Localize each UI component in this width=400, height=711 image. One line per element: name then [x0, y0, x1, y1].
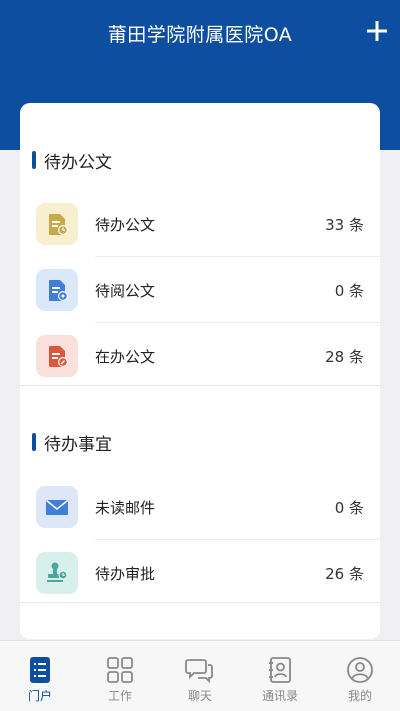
tab-work[interactable]: 工作	[80, 641, 160, 711]
document-edit-icon	[36, 335, 78, 377]
list-item-count: 0 条	[334, 281, 364, 300]
list-item-label: 待办审批	[95, 564, 156, 583]
list-item-to-read-documents[interactable]: 待阅公文 0 条	[20, 257, 380, 323]
section-title-label: 待办事宜	[44, 434, 112, 455]
content-card: 待办公文 待办公文 33 条 待阅公文 0 条 在办公文 28 条 待办事宜 未…	[20, 103, 380, 639]
chat-icon	[185, 659, 213, 684]
section-accent-bar	[32, 433, 36, 451]
section-title-label: 待办公文	[44, 152, 112, 173]
tab-portal[interactable]: 门户	[0, 641, 80, 711]
tab-contacts[interactable]: 通讯录	[240, 641, 320, 711]
tab-label: 我的	[347, 689, 372, 703]
stamp-icon	[36, 552, 78, 594]
document-clock-icon	[36, 203, 78, 245]
tab-label: 门户	[27, 689, 52, 703]
tab-mine[interactable]: 我的	[320, 641, 400, 711]
list-item-label: 待办公文	[95, 215, 156, 234]
list-item-unread-mail[interactable]: 未读邮件 0 条	[20, 474, 380, 540]
tab-chat[interactable]: 聊天	[160, 641, 240, 711]
list-item-count: 33 条	[325, 215, 364, 234]
list-item-count: 28 条	[325, 347, 364, 366]
list-item-label: 待阅公文	[95, 281, 156, 300]
section-title-documents: 待办公文	[32, 148, 112, 173]
section-divider	[20, 385, 380, 386]
list-item-pending-approval[interactable]: 待办审批 26 条	[20, 540, 380, 606]
section-divider	[20, 602, 380, 603]
contacts-icon	[269, 657, 291, 683]
app-title: 莆田学院附属医院OA	[107, 24, 293, 46]
document-eye-icon	[36, 269, 78, 311]
tab-label: 工作	[107, 689, 132, 703]
list-item-label: 未读邮件	[95, 498, 156, 517]
add-button[interactable]	[364, 18, 390, 44]
mail-icon	[36, 486, 78, 528]
portal-icon	[30, 657, 50, 683]
section-title-affairs: 待办事宜	[32, 430, 112, 455]
tab-label: 通讯录	[261, 689, 298, 703]
section-accent-bar	[32, 151, 36, 169]
tab-label: 聊天	[187, 689, 212, 703]
list-item-count: 26 条	[325, 564, 364, 583]
list-item-pending-documents[interactable]: 待办公文 33 条	[20, 191, 380, 257]
grid-icon	[107, 657, 133, 683]
list-item-count: 0 条	[334, 498, 364, 517]
bottom-tab-bar: 门户 工作 聊天 通讯录 我的	[0, 640, 400, 711]
list-item-in-progress-documents[interactable]: 在办公文 28 条	[20, 323, 380, 389]
plus-icon	[367, 21, 387, 41]
list-item-label: 在办公文	[95, 347, 156, 366]
profile-icon	[347, 657, 373, 683]
